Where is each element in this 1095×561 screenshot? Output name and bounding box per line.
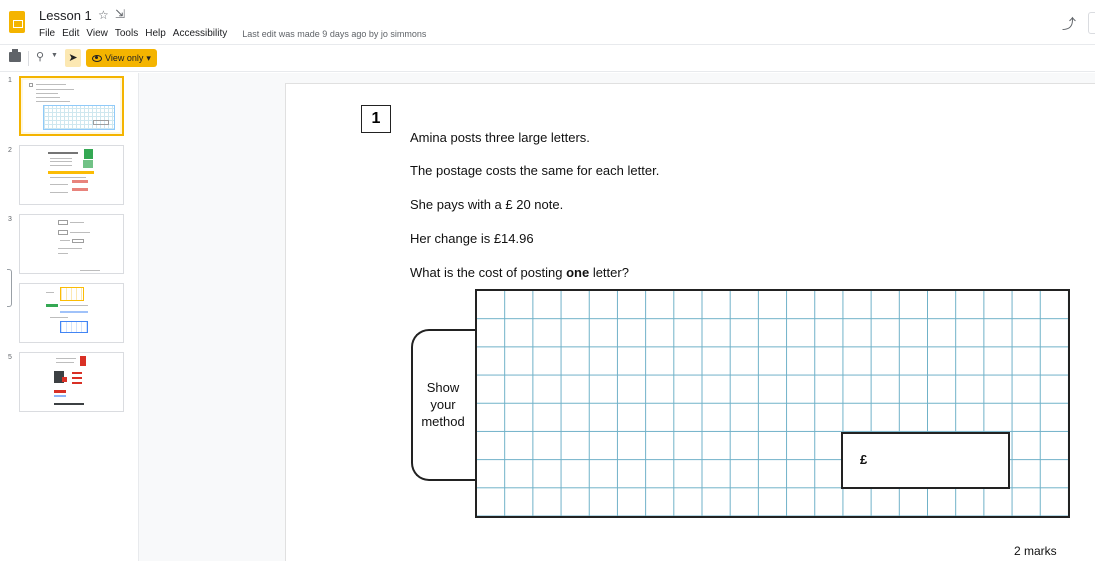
app-header: Lesson 1 ☆ ⇲ File Edit View Tools Help A…: [0, 0, 1095, 44]
slide-thumbnail-3[interactable]: [19, 214, 124, 274]
slide-number: 3: [8, 216, 12, 223]
slide-thumbnail-4[interactable]: [19, 283, 124, 343]
question-line: Amina posts three large letters.: [410, 130, 590, 145]
filmstrip-collapse-handle[interactable]: [7, 269, 12, 307]
toolbar: ⚲ ▼ ➤ View only ▾: [0, 44, 1095, 72]
answer-currency: £: [860, 452, 868, 467]
slide: 1 Amina posts three large letters. The p…: [285, 83, 1095, 561]
slide-canvas: 1 Amina posts three large letters. The p…: [139, 73, 1095, 561]
chevron-down-icon: ▾: [146, 53, 151, 63]
question-number: 1: [361, 105, 391, 133]
activity-icon[interactable]: ⤴: [1062, 14, 1076, 34]
answer-box: £: [841, 432, 1010, 489]
question-line: She pays with a £ 20 note.: [410, 197, 564, 212]
marks-label: 2 marks: [1014, 544, 1057, 558]
last-edit-text[interactable]: Last edit was made 9 days ago by jo simm…: [242, 28, 426, 40]
select-pointer-icon[interactable]: ➤: [65, 49, 81, 67]
menu-file[interactable]: File: [39, 28, 55, 40]
comment-button[interactable]: [1088, 12, 1095, 34]
menu-tools[interactable]: Tools: [115, 28, 138, 40]
toolbar-divider: [28, 51, 29, 66]
slide-number: 1: [8, 77, 12, 84]
menu-accessibility[interactable]: Accessibility: [173, 28, 227, 40]
slide-number: 5: [8, 354, 12, 361]
question-line: The postage costs the same for each lett…: [410, 163, 660, 178]
menu-view[interactable]: View: [86, 28, 108, 40]
question-prompt-end: letter?: [589, 265, 629, 280]
view-only-label: View only: [105, 53, 144, 63]
menu-help[interactable]: Help: [145, 28, 166, 40]
star-icon[interactable]: ☆: [98, 8, 109, 22]
view-only-button[interactable]: View only ▾: [86, 49, 157, 67]
slide-number: 2: [8, 147, 12, 154]
eye-icon: [92, 54, 102, 62]
question-prompt-start: What is the cost of posting: [410, 265, 567, 280]
slide-thumbnail-5[interactable]: [19, 352, 124, 412]
question-line: Her change is £14.96: [410, 231, 534, 246]
question-prompt-emphasis: one: [566, 265, 590, 280]
method-label: Show your method: [421, 380, 465, 429]
slide-filmstrip: 1 2 3 5: [0, 73, 139, 561]
move-to-folder-icon[interactable]: ⇲: [115, 7, 125, 21]
document-title[interactable]: Lesson 1: [39, 8, 92, 23]
menu-bar: File Edit View Tools Help Accessibility …: [39, 28, 433, 40]
zoom-icon[interactable]: ⚲: [36, 50, 44, 63]
print-icon[interactable]: [9, 49, 21, 62]
slide-thumbnail-2[interactable]: [19, 145, 124, 205]
menu-edit[interactable]: Edit: [62, 28, 79, 40]
question-prompt: What is the cost of posting one letter?: [410, 265, 629, 280]
chevron-down-icon[interactable]: ▼: [51, 52, 58, 59]
slides-app-icon[interactable]: [9, 11, 25, 33]
slide-thumbnail-1[interactable]: [19, 76, 124, 136]
